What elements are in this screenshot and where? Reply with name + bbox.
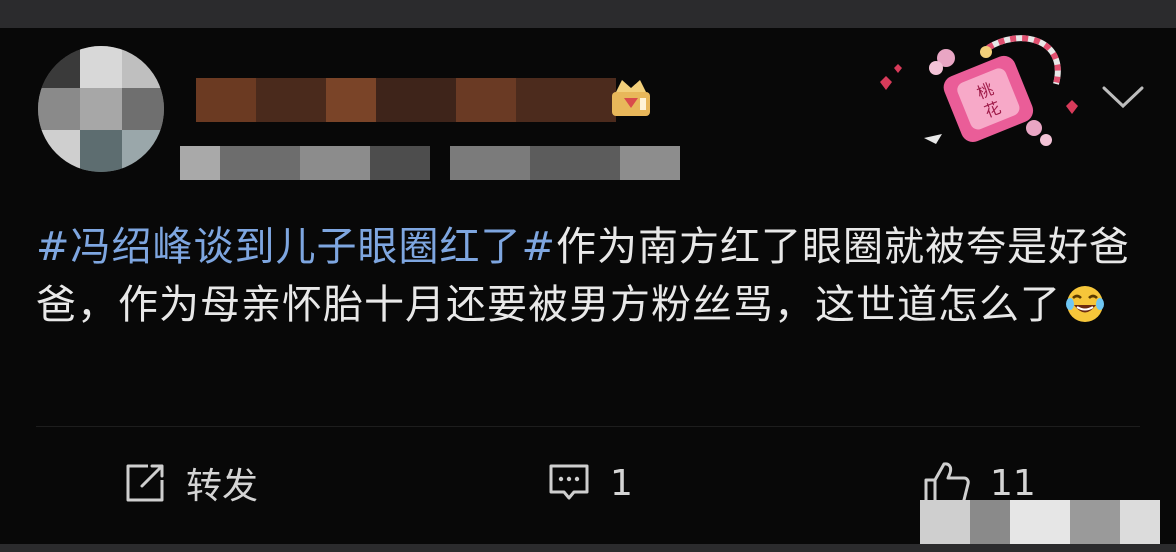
comment-button[interactable]: 1 (546, 458, 633, 508)
repost-label: 转发 (186, 466, 259, 507)
post-meta-blurred (180, 146, 680, 180)
comment-count: 1 (610, 462, 633, 504)
chevron-down-icon[interactable] (1100, 82, 1146, 112)
username-blurred[interactable] (196, 78, 616, 122)
watermark-blurred (920, 500, 1160, 544)
peach-blossom-pendant: 桃 花 (880, 35, 1078, 146)
repost-icon (126, 464, 164, 502)
repost-button[interactable]: 转发 (122, 458, 258, 508)
laughing-tears-emoji (1066, 286, 1104, 322)
post-content: #冯绍峰谈到儿子眼圈红了#作为南方红了眼圈就被夸是好爸爸，作为母亲怀胎十月还要被… (36, 218, 1146, 334)
post-card: 桃 花 #冯绍峰谈到儿子眼圈红了#作为南方红了眼圈就被夸是好爸爸，作为母亲怀胎十… (0, 28, 1176, 544)
crown-badge-icon (612, 80, 650, 116)
bottom-gap (0, 544, 1176, 552)
top-gap (0, 0, 1176, 28)
avatar[interactable] (38, 46, 164, 172)
comment-icon (549, 464, 589, 500)
like-count: 11 (990, 462, 1036, 504)
divider (36, 426, 1140, 427)
topic-hashtag[interactable]: #冯绍峰谈到儿子眼圈红了# (36, 224, 556, 270)
